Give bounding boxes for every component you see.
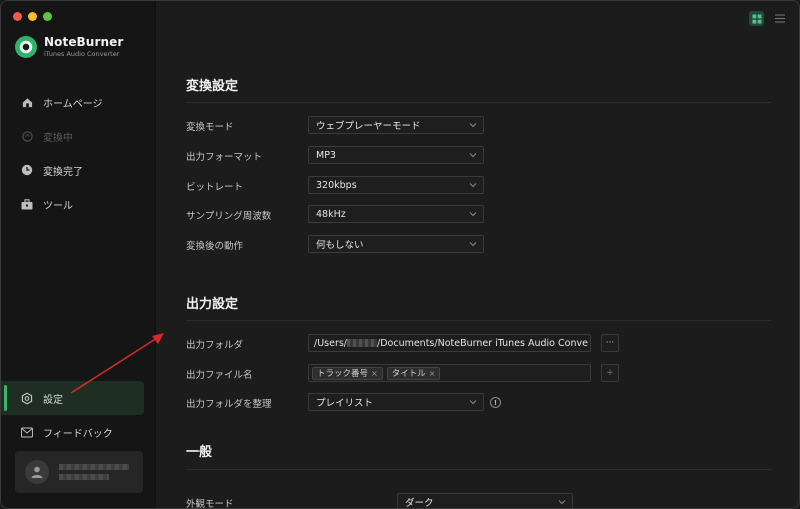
chevron-down-icon — [558, 500, 566, 505]
tag-label: トラック番号 — [317, 369, 369, 379]
appearance-mode-select[interactable]: ダーク — [397, 493, 573, 509]
sidebar: NoteBurner iTunes Audio Converter ホームページ… — [1, 1, 156, 508]
chevron-down-icon — [469, 123, 477, 128]
divider — [186, 320, 771, 321]
sidebar-item-label: 設定 — [43, 394, 63, 406]
app-subtitle: iTunes Audio Converter — [44, 50, 120, 58]
divider — [186, 102, 771, 103]
output-folder-field[interactable]: /Users/ /Documents/NoteBurner iTunes Aud… — [308, 334, 591, 352]
output-folder-label: 出力フォルダ — [186, 340, 244, 351]
sidebar-item-label: 変換完了 — [43, 166, 83, 178]
converting-icon — [21, 130, 33, 142]
select-value: ウェブプレーヤーモード — [316, 121, 421, 132]
settings-panel: 変換設定 変換モード ウェブプレーヤーモード 出力フォーマット MP3 ビットレ… — [157, 1, 799, 509]
sidebar-item-label: ツール — [43, 200, 73, 212]
conversion-mode-label: 変換モード — [186, 122, 234, 133]
select-value: プレイリスト — [316, 398, 374, 409]
output-settings-title: 出力設定 — [186, 297, 239, 312]
bitrate-select[interactable]: 320kbps — [308, 176, 484, 194]
grid-view-button[interactable] — [749, 11, 764, 26]
organize-folder-select[interactable]: プレイリスト — [308, 393, 484, 411]
grid-icon — [752, 14, 761, 23]
bitrate-label: ビットレート — [186, 182, 244, 193]
home-icon — [21, 96, 33, 108]
tag-label: タイトル — [391, 369, 426, 379]
noteburner-logo-icon — [15, 35, 37, 58]
sidebar-item-settings[interactable]: 設定 — [1, 381, 144, 415]
add-tag-button[interactable]: + — [601, 364, 619, 382]
folder-path-suffix: /Documents/NoteBurner iTunes Audio Conve — [377, 337, 588, 349]
after-conversion-label: 変換後の動作 — [186, 241, 244, 252]
sidebar-nav: ホームページ 変換中 変換完了 ツール — [1, 85, 156, 221]
clock-icon — [21, 164, 33, 176]
user-icon — [31, 466, 43, 478]
app-name: NoteBurner — [44, 35, 124, 49]
minimize-window-button[interactable] — [28, 12, 37, 21]
list-view-button[interactable] — [772, 11, 787, 26]
filename-tag-track-number[interactable]: トラック番号 × — [312, 366, 383, 380]
conversion-mode-select[interactable]: ウェブプレーヤーモード — [308, 116, 484, 134]
brand: NoteBurner iTunes Audio Converter — [15, 35, 123, 58]
filename-tag-title[interactable]: タイトル × — [386, 366, 441, 380]
remove-tag-icon[interactable]: × — [371, 369, 378, 378]
chevron-down-icon — [469, 153, 477, 158]
output-filename-label: 出力ファイル名 — [186, 370, 253, 381]
chevron-down-icon — [469, 400, 477, 405]
sidebar-bottom-nav: 設定 フィードバック — [1, 381, 156, 449]
conversion-settings-title: 変換設定 — [186, 79, 239, 94]
select-value: 48kHz — [316, 208, 346, 220]
chevron-down-icon — [469, 183, 477, 188]
app-window: NoteBurner iTunes Audio Converter ホームページ… — [0, 0, 800, 509]
remove-tag-icon[interactable]: × — [429, 369, 436, 378]
sidebar-item-label: フィードバック — [43, 428, 113, 440]
sample-rate-label: サンプリング周波数 — [186, 211, 272, 222]
toolbox-icon — [21, 198, 33, 210]
settings-icon — [21, 392, 33, 404]
output-filename-field[interactable]: トラック番号 × タイトル × — [308, 364, 591, 382]
sidebar-item-converted[interactable]: 変換完了 — [1, 153, 156, 187]
sidebar-item-label: ホームページ — [43, 98, 103, 110]
sidebar-item-tools[interactable]: ツール — [1, 187, 156, 221]
info-icon[interactable]: ! — [490, 397, 501, 408]
output-format-label: 出力フォーマット — [186, 152, 263, 163]
sample-rate-select[interactable]: 48kHz — [308, 205, 484, 223]
list-icon — [774, 14, 785, 23]
select-value: MP3 — [316, 149, 336, 161]
close-window-button[interactable] — [13, 12, 22, 21]
chevron-down-icon — [469, 212, 477, 217]
view-toggle — [749, 11, 787, 26]
select-value: 何もしない — [316, 240, 364, 251]
redacted-username — [347, 339, 378, 347]
mail-icon — [21, 426, 33, 438]
sidebar-item-label: 変換中 — [43, 132, 73, 144]
appearance-mode-label: 外観モード — [186, 499, 234, 509]
output-format-select[interactable]: MP3 — [308, 146, 484, 164]
avatar — [25, 460, 49, 484]
divider — [186, 469, 771, 470]
user-account-card[interactable] — [15, 451, 143, 493]
browse-folder-button[interactable]: ··· — [601, 334, 619, 352]
select-value: 320kbps — [316, 179, 357, 191]
general-title: 一般 — [186, 445, 213, 460]
maximize-window-button[interactable] — [43, 12, 52, 21]
window-controls — [13, 12, 52, 21]
folder-path-prefix: /Users/ — [314, 337, 348, 349]
chevron-down-icon — [469, 242, 477, 247]
select-value: ダーク — [405, 498, 434, 509]
sidebar-item-home[interactable]: ホームページ — [1, 85, 156, 119]
organize-folder-label: 出力フォルダを整理 — [186, 399, 272, 410]
after-conversion-select[interactable]: 何もしない — [308, 235, 484, 253]
redacted-user-info — [59, 464, 129, 480]
sidebar-item-feedback[interactable]: フィードバック — [1, 415, 156, 449]
sidebar-item-converting: 変換中 — [1, 119, 156, 153]
